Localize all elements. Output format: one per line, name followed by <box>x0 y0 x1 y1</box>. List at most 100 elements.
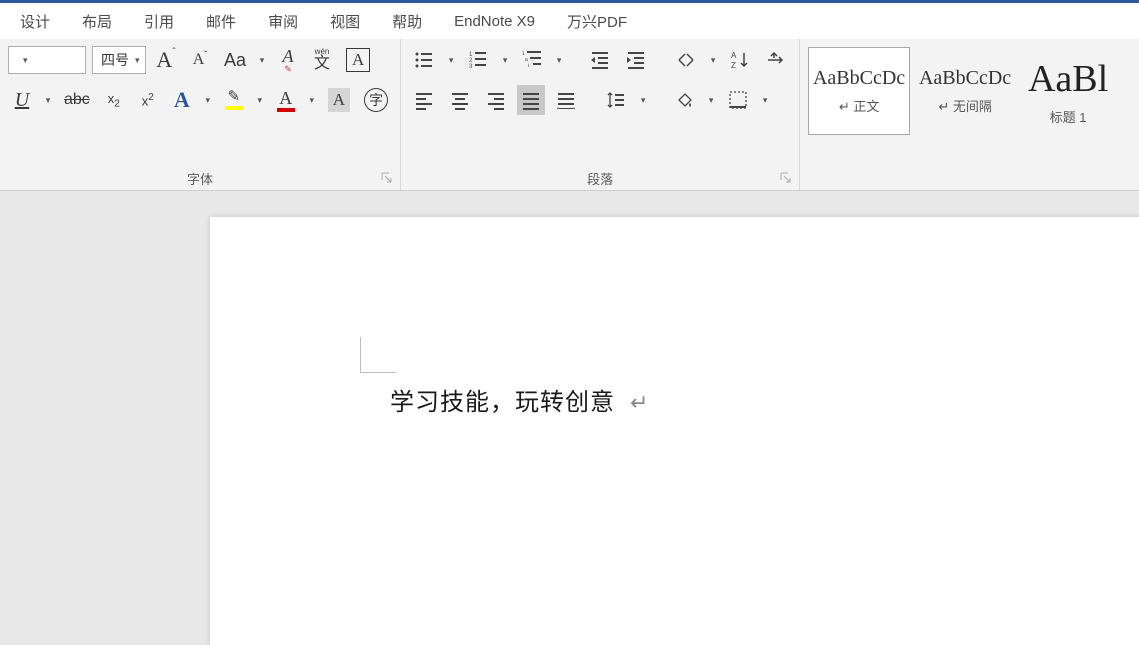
highlight-dropdown[interactable]: ▾ <box>254 85 266 115</box>
superscript-icon: x2 <box>142 92 154 108</box>
align-center-icon <box>449 89 471 111</box>
svg-text:A: A <box>731 51 737 60</box>
text-effects-icon: A <box>174 87 190 113</box>
clear-formatting-button[interactable]: A ✎ <box>274 45 302 75</box>
style-heading1[interactable]: AaBl 标题 1 <box>1020 47 1116 135</box>
align-right-button[interactable] <box>481 85 511 115</box>
font-color-button[interactable]: A <box>272 85 300 115</box>
numbering-button[interactable]: 123 <box>463 45 493 75</box>
align-left-button[interactable] <box>409 85 439 115</box>
justify-button[interactable] <box>517 85 545 115</box>
style-no-spacing[interactable]: AaBbCcDc ↵ 无间隔 <box>914 47 1016 135</box>
enclose-char-button[interactable]: 字 <box>360 85 392 115</box>
ruby-base: 文 <box>314 56 330 72</box>
borders-button[interactable] <box>723 85 753 115</box>
style-preview: AaBbCcDc <box>919 67 1011 90</box>
shading-button[interactable] <box>669 85 699 115</box>
superscript-button[interactable]: x2 <box>134 85 162 115</box>
bullets-button[interactable] <box>409 45 439 75</box>
menu-endnote[interactable]: EndNote X9 <box>438 7 551 36</box>
grow-font-button[interactable]: Aˆ <box>152 45 180 75</box>
asian-layout-icon <box>675 49 697 71</box>
style-normal[interactable]: AaBbCcDc ↵ 正文 <box>808 47 910 135</box>
menu-design[interactable]: 设计 <box>4 5 66 38</box>
font-size-combo[interactable]: 四号 ▾ <box>92 46 146 74</box>
eraser-icon: A ✎ <box>283 47 294 74</box>
char-border-button[interactable]: A <box>342 45 374 75</box>
font-color-icon: A <box>277 89 295 112</box>
menu-mailings[interactable]: 邮件 <box>190 5 252 38</box>
font-name-combo[interactable]: ▾ <box>8 46 86 74</box>
paragraph-mark-icon: ↵ <box>630 390 649 415</box>
line-spacing-dropdown[interactable]: ▾ <box>637 85 649 115</box>
asian-layout-button[interactable] <box>671 45 701 75</box>
underline-dropdown[interactable]: ▾ <box>42 85 54 115</box>
svg-text:i: i <box>528 63 529 69</box>
line-spacing-button[interactable] <box>601 85 631 115</box>
sort-icon: AZ <box>729 49 751 71</box>
highlight-icon: ✎ <box>225 90 243 110</box>
align-center-button[interactable] <box>445 85 475 115</box>
document-workspace[interactable]: 学习技能，玩转创意 ↵ <box>0 191 1139 645</box>
paragraph-dialog-launcher[interactable] <box>779 171 793 185</box>
menu-wanxingpdf[interactable]: 万兴PDF <box>551 5 643 38</box>
multilevel-list-button[interactable]: 1ai <box>517 45 547 75</box>
group-paragraph: ▾ 123 ▾ 1ai ▾ <box>401 39 800 190</box>
change-case-dropdown[interactable]: ▾ <box>256 45 268 75</box>
subscript-button[interactable]: x2 <box>100 85 128 115</box>
highlight-button[interactable]: ✎ <box>220 85 248 115</box>
menu-layout[interactable]: 布局 <box>66 5 128 38</box>
group-label-paragraph: 段落 <box>409 169 791 188</box>
shading-dropdown[interactable]: ▾ <box>705 85 717 115</box>
asian-layout-dropdown[interactable]: ▾ <box>707 45 719 75</box>
subscript-icon: x2 <box>108 91 120 110</box>
bullets-icon <box>413 49 435 71</box>
numbering-icon: 123 <box>467 49 489 71</box>
char-shading-icon: A <box>328 88 350 112</box>
outdent-icon <box>589 49 611 71</box>
indent-icon <box>625 49 647 71</box>
strikethrough-button[interactable]: abc <box>60 85 94 115</box>
font-dialog-launcher[interactable] <box>380 171 394 185</box>
multilevel-dropdown[interactable]: ▾ <box>553 45 565 75</box>
char-shading-button[interactable]: A <box>324 85 354 115</box>
text-run: 学习技能，玩转创意 <box>390 390 615 416</box>
shrink-font-button[interactable]: Aˇ <box>186 45 214 75</box>
style-name: 标题 1 <box>1050 107 1087 126</box>
strikethrough-icon: abc <box>64 91 90 109</box>
style-preview: AaBl <box>1028 57 1108 101</box>
menu-references[interactable]: 引用 <box>128 5 190 38</box>
increase-indent-button[interactable] <box>621 45 651 75</box>
menu-help[interactable]: 帮助 <box>376 5 438 38</box>
show-marks-button[interactable] <box>761 45 791 75</box>
paint-bucket-icon <box>673 89 695 111</box>
numbering-dropdown[interactable]: ▾ <box>499 45 511 75</box>
change-case-label: Aa <box>224 50 246 71</box>
document-page[interactable]: 学习技能，玩转创意 ↵ <box>210 217 1139 645</box>
font-color-dropdown[interactable]: ▾ <box>306 85 318 115</box>
char-border-icon: A <box>346 48 370 72</box>
multilevel-icon: 1ai <box>521 49 543 71</box>
change-case-button[interactable]: Aa <box>220 45 250 75</box>
phonetic-guide-button[interactable]: wén 文 <box>308 45 336 75</box>
distribute-button[interactable] <box>551 85 581 115</box>
borders-dropdown[interactable]: ▾ <box>759 85 771 115</box>
bullets-dropdown[interactable]: ▾ <box>445 45 457 75</box>
menu-review[interactable]: 审阅 <box>252 5 314 38</box>
svg-text:Z: Z <box>731 61 736 70</box>
borders-icon <box>727 89 749 111</box>
justify-icon <box>520 89 542 111</box>
text-effects-button[interactable]: A <box>168 85 196 115</box>
text-effects-dropdown[interactable]: ▾ <box>202 85 214 115</box>
menu-view[interactable]: 视图 <box>314 5 376 38</box>
underline-icon: U <box>15 89 29 112</box>
group-font: ▾ 四号 ▾ Aˆ Aˇ Aa ▾ A ✎ <box>0 39 401 190</box>
line-spacing-icon <box>605 89 627 111</box>
font-color-bar <box>277 108 295 112</box>
style-name: ↵ 正文 <box>839 96 880 115</box>
underline-button[interactable]: U <box>8 85 36 115</box>
document-body-text[interactable]: 学习技能，玩转创意 ↵ <box>390 382 649 417</box>
decrease-indent-button[interactable] <box>585 45 615 75</box>
sort-button[interactable]: AZ <box>725 45 755 75</box>
svg-text:3: 3 <box>469 64 473 70</box>
